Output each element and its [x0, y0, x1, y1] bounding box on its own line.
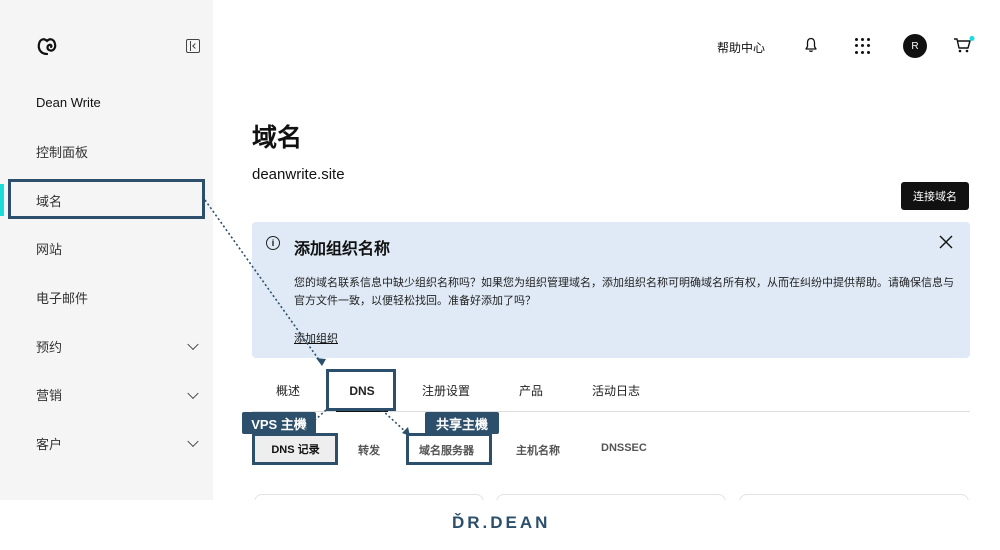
sidebar-item-dashboard[interactable]: 控制面板 — [0, 127, 213, 176]
tab-registration-settings[interactable]: 注册设置 — [422, 382, 470, 399]
domain-name: deanwrite.site — [252, 166, 345, 183]
info-icon: i — [266, 236, 280, 250]
dns-tab-highlight-box — [326, 369, 396, 411]
bell-icon[interactable] — [804, 37, 818, 53]
tab-products[interactable]: 产品 — [519, 382, 543, 399]
sidebar-item-marketing[interactable]: 营销 — [0, 370, 213, 419]
add-organization-link[interactable]: 添加组织 — [294, 330, 338, 346]
chevron-down-icon — [187, 338, 199, 351]
collapse-sidebar-icon[interactable] — [186, 39, 200, 53]
page-title: 域名 — [252, 124, 303, 152]
dns-records-highlight-box — [252, 433, 338, 465]
subtab-forwarding[interactable]: 转发 — [358, 442, 380, 458]
nameservers-highlight-box — [406, 433, 492, 465]
sidebar-item-label: 营销 — [36, 388, 63, 404]
sidebar-item-label: 网站 — [36, 242, 63, 258]
account-name: Dean Write — [36, 95, 101, 110]
subtab-dnssec[interactable]: DNSSEC — [601, 442, 647, 454]
sidebar-item-customers[interactable]: 客户 — [0, 419, 213, 468]
connect-domain-button[interactable]: 连接域名 — [901, 182, 969, 210]
close-icon[interactable] — [938, 234, 954, 250]
sidebar-item-websites[interactable]: 网站 — [0, 224, 213, 273]
drdean-watermark: ĎR.DEAN — [452, 513, 551, 532]
tab-overview[interactable]: 概述 — [276, 382, 300, 399]
godaddy-logo-icon[interactable] — [36, 36, 58, 56]
sidebar-item-label: 电子邮件 — [36, 290, 89, 306]
subtab-hostnames[interactable]: 主机名称 — [516, 442, 560, 458]
banner-text: 您的域名联系信息中缺少组织名称吗？如果您为组织管理域名，添加组织名称可明确域名所… — [294, 277, 954, 307]
vps-hosting-tag: VPS 主機 — [242, 412, 316, 434]
apps-grid-icon[interactable] — [855, 38, 871, 54]
info-banner: i 添加组织名称 您的域名联系信息中缺少组织名称吗？如果您为组织管理域名，添加组… — [252, 222, 970, 358]
domains-highlight-box — [8, 179, 205, 219]
sidebar-item-label: 控制面板 — [36, 144, 89, 160]
help-center-link[interactable]: 帮助中心 — [717, 39, 765, 56]
sidebar-item-email[interactable]: 电子邮件 — [0, 273, 213, 322]
sidebar: Dean Write 控制面板 域名 网站 电子邮件 预约 营销 客户 — [0, 0, 213, 500]
chevron-down-icon — [187, 436, 199, 448]
chevron-down-icon — [187, 387, 199, 399]
sidebar-item-appointments[interactable]: 预约 — [0, 322, 213, 371]
sidebar-item-label: 预约 — [36, 339, 63, 355]
avatar[interactable]: R — [903, 34, 927, 58]
cart-icon[interactable] — [953, 36, 975, 54]
banner-title: 添加组织名称 — [294, 241, 391, 258]
shared-hosting-tag: 共享主機 — [425, 412, 499, 434]
tab-activity-log[interactable]: 活动日志 — [592, 382, 640, 399]
sidebar-item-label: 客户 — [36, 436, 63, 452]
